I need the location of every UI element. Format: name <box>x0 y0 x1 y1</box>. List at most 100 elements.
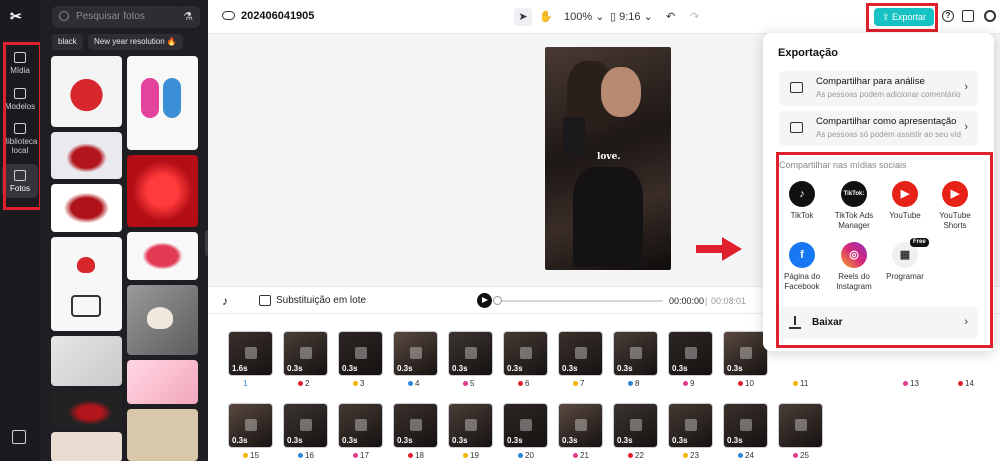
timeline-clip[interactable]: 0.3s <box>613 403 658 448</box>
timeline-clip[interactable]: 0.3s <box>338 331 383 376</box>
total-time: 00:08:01 <box>711 296 747 306</box>
timeline-clip[interactable]: 0.3s <box>503 403 548 448</box>
timeline-clip[interactable]: 0.3s <box>393 403 438 448</box>
clip-duration: 0.3s <box>397 364 413 373</box>
photo-thumb[interactable] <box>127 56 198 150</box>
zoom-dropdown[interactable]: 100% ⌄ <box>564 8 604 26</box>
clip-color-dot <box>518 381 523 387</box>
clip-number: 21 <box>573 451 589 460</box>
chip-new-year[interactable]: New year resolution 🔥 <box>88 34 183 50</box>
clip-number: 11 <box>793 379 808 388</box>
timeline-clip[interactable]: 0.3s <box>668 403 713 448</box>
clip-duration: 0.3s <box>397 436 413 445</box>
help-icon[interactable]: ? <box>942 10 954 22</box>
search-input[interactable]: Pesquisar fotos <box>52 6 182 28</box>
clip-placeholder-icon <box>630 419 642 431</box>
ratio-value: 9:16 <box>619 11 641 23</box>
presentation-icon <box>790 122 803 133</box>
timeline-clip[interactable]: 0.3s <box>558 331 603 376</box>
clip-number: 3 <box>353 379 364 388</box>
clip-duration: 0.3s <box>672 364 688 373</box>
filter-button[interactable]: ⚗ <box>176 6 200 28</box>
tiktok-icon[interactable]: ♪ <box>222 294 234 308</box>
clip-number: 10 <box>738 379 754 388</box>
share-as-presentation-button[interactable]: Compartilhar como apresentação As pessoa… <box>779 111 978 146</box>
select-tool-button[interactable]: ➤ <box>514 8 532 26</box>
clip-color-dot <box>903 381 908 387</box>
photo-thumb[interactable] <box>51 336 122 386</box>
clip-number: 20 <box>518 451 534 460</box>
timeline-clip[interactable]: 0.3s <box>503 331 548 376</box>
timeline-clip[interactable]: 0.3s <box>448 403 493 448</box>
photo-thumb[interactable] <box>51 56 122 127</box>
clip-number: 24 <box>738 451 754 460</box>
chip-black[interactable]: black <box>52 34 83 50</box>
timeline-clip[interactable]: 0.3s <box>338 403 383 448</box>
redo-button[interactable]: ↷ <box>690 8 699 26</box>
share-review-subtitle: As pessoas podem adicionar comentários..… <box>816 90 961 99</box>
hand-tool-button[interactable]: ✋ <box>538 8 554 26</box>
feedback-icon[interactable] <box>12 430 26 444</box>
clip-placeholder-icon <box>575 419 587 431</box>
layers-icon[interactable] <box>962 10 974 22</box>
timeline-clip[interactable] <box>778 403 823 448</box>
clip-color-dot <box>793 381 798 387</box>
popup-title: Exportação <box>778 47 838 59</box>
photo-thumb[interactable] <box>127 285 198 355</box>
clip-number: 6 <box>518 379 529 388</box>
clip-number: 15 <box>243 451 259 460</box>
clip-color-dot <box>573 453 578 459</box>
photo-thumb[interactable] <box>51 237 122 331</box>
clip-number: 22 <box>628 451 644 460</box>
timeline-clip[interactable]: 0.3s <box>558 403 603 448</box>
share-review-title: Compartilhar para análise <box>816 76 925 87</box>
photo-thumb[interactable] <box>51 391 122 427</box>
batch-replace-button[interactable]: Substituição em lote <box>276 295 366 306</box>
project-title[interactable]: 202406041905 <box>241 10 314 22</box>
clip-number: 8 <box>628 379 639 388</box>
cursor-icon: ➤ <box>518 11 528 23</box>
photo-thumb[interactable] <box>127 155 198 227</box>
scrub-track[interactable] <box>495 300 663 302</box>
clip-color-dot <box>628 381 633 387</box>
play-button[interactable] <box>477 293 492 308</box>
timeline-clip[interactable]: 0.3s <box>283 331 328 376</box>
photo-thumb[interactable] <box>127 409 198 461</box>
capcut-logo-icon: ✂ <box>10 8 22 24</box>
clip-number: 13 <box>903 379 919 388</box>
clip-color-dot <box>958 381 963 387</box>
timeline-clip[interactable]: 0.3s <box>723 331 768 376</box>
clip-placeholder-icon <box>575 347 587 359</box>
timeline-clip[interactable]: 0.3s <box>448 331 493 376</box>
photo-thumb[interactable] <box>127 232 198 280</box>
timeline-clip[interactable]: 1.6s <box>228 331 273 376</box>
clip-number: 19 <box>463 451 479 460</box>
clip-color-dot <box>408 453 413 459</box>
chevron-down-icon: ⌄ <box>643 11 653 23</box>
timeline-clip[interactable]: 0.3s <box>393 331 438 376</box>
clip-number: 25 <box>793 451 809 460</box>
timeline-clip[interactable]: 0.3s <box>613 331 658 376</box>
rail-annotation-box <box>3 42 42 210</box>
social-annotation-box <box>776 152 993 348</box>
time-separator: | <box>705 296 708 306</box>
photo-thumb[interactable] <box>51 184 122 232</box>
clip-color-dot <box>738 381 743 387</box>
timeline-clip[interactable]: 0.3s <box>228 403 273 448</box>
undo-button[interactable]: ↶ <box>666 8 675 26</box>
settings-icon[interactable] <box>984 10 996 22</box>
undo-icon: ↶ <box>666 11 676 23</box>
clip-color-dot <box>683 381 688 387</box>
ratio-dropdown[interactable]: ▯ 9:16 ⌄ <box>610 8 653 26</box>
clip-color-dot <box>683 453 688 459</box>
scrub-handle[interactable] <box>493 296 502 305</box>
timeline-clip[interactable]: 0.3s <box>668 331 713 376</box>
clip-duration: 0.3s <box>452 436 468 445</box>
ratio-icon: ▯ <box>610 11 617 23</box>
timeline-clip[interactable]: 0.3s <box>283 403 328 448</box>
photo-thumb[interactable] <box>51 432 122 461</box>
timeline-clip[interactable]: 0.3s <box>723 403 768 448</box>
photo-thumb[interactable] <box>51 132 122 179</box>
share-for-review-button[interactable]: Compartilhar para análise As pessoas pod… <box>779 71 978 106</box>
photo-thumb[interactable] <box>127 360 198 404</box>
